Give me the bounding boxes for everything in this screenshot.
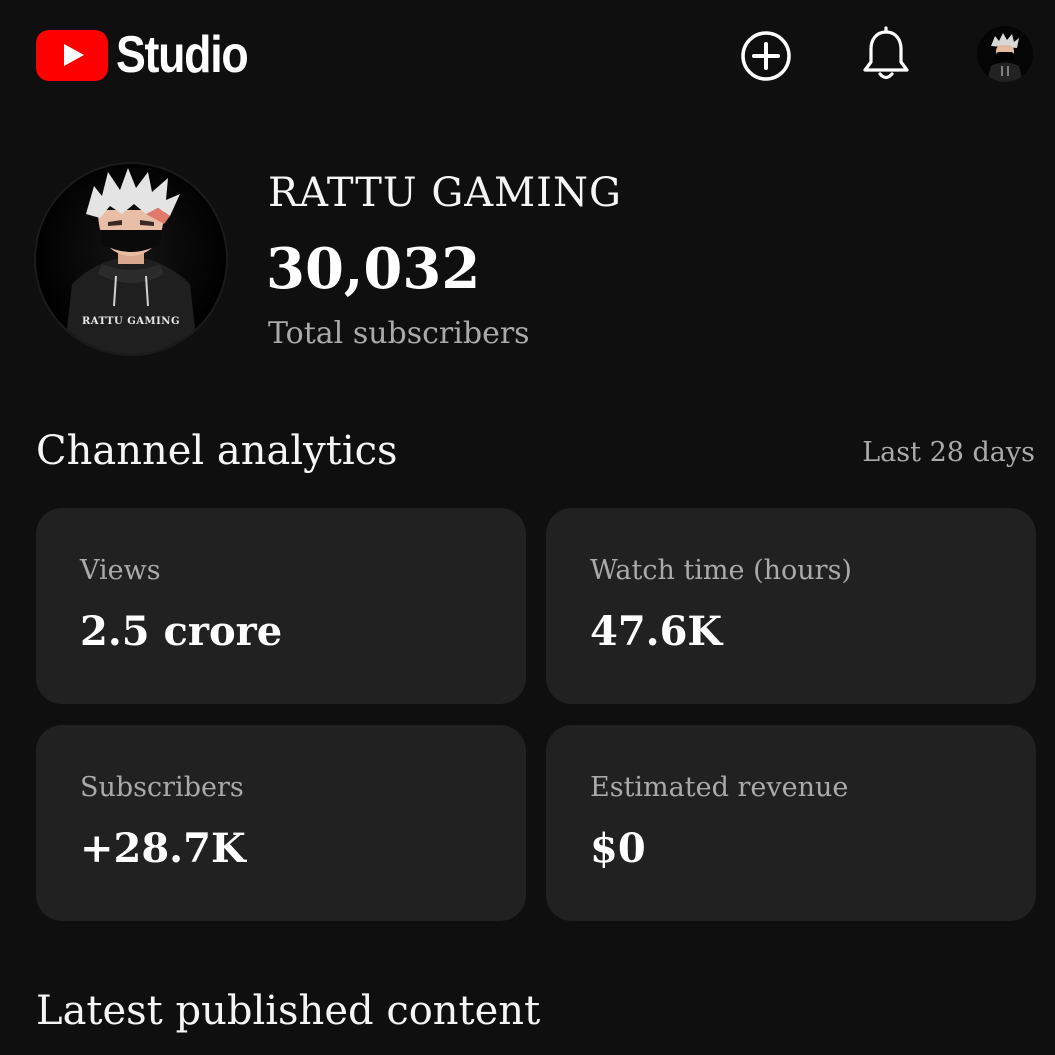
channel-avatar[interactable]: RATTU GAMING (36, 164, 226, 354)
bell-icon[interactable] (859, 26, 913, 84)
analytics-card-subscribers[interactable]: Subscribers +28.7K (36, 725, 526, 921)
avatar-character-icon (987, 33, 1023, 82)
analytics-section-title: Channel analytics (36, 428, 398, 474)
latest-content-title: Latest published content (36, 988, 541, 1034)
card-value: 47.6K (590, 608, 723, 655)
card-value: +28.7K (80, 825, 246, 872)
account-avatar[interactable] (977, 26, 1033, 82)
card-label: Views (80, 555, 161, 586)
card-value: $0 (590, 825, 646, 872)
subscriber-count: 30,032 (266, 236, 481, 302)
card-value: 2.5 crore (80, 608, 283, 655)
analytics-period: Last 28 days (862, 437, 1035, 468)
studio-dashboard: Studio RATTU GAMING RATTU GAMING 30,032 … (0, 0, 1055, 1055)
youtube-logo-icon (36, 29, 108, 81)
channel-name: RATTU GAMING (268, 170, 622, 216)
create-icon[interactable] (739, 29, 793, 83)
analytics-card-watch-time[interactable]: Watch time (hours) 47.6K (546, 508, 1036, 704)
analytics-card-views[interactable]: Views 2.5 crore (36, 508, 526, 704)
card-label: Estimated revenue (590, 772, 849, 803)
avatar-caption: RATTU GAMING (82, 316, 180, 327)
card-label: Subscribers (80, 772, 244, 803)
subscriber-label: Total subscribers (268, 316, 530, 351)
analytics-card-revenue[interactable]: Estimated revenue $0 (546, 725, 1036, 921)
app-name: Studio (116, 26, 249, 84)
studio-logo[interactable]: Studio (36, 29, 269, 81)
card-label: Watch time (hours) (590, 555, 852, 586)
